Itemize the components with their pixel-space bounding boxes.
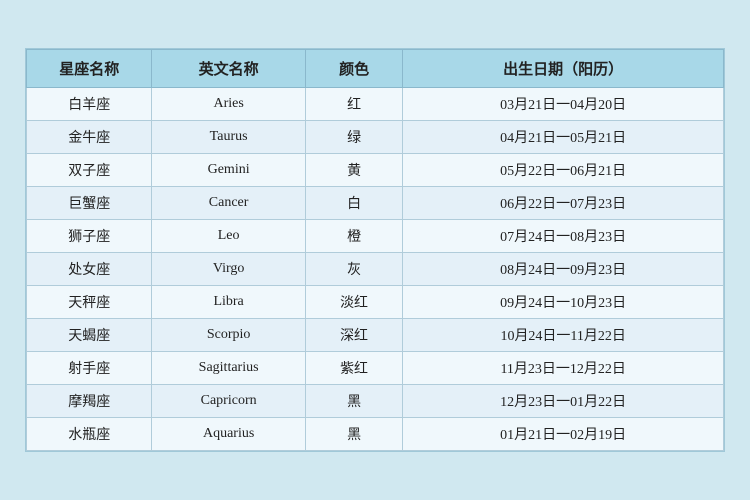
cell-english: Gemini	[152, 154, 305, 187]
cell-chinese: 狮子座	[27, 220, 152, 253]
table-row: 处女座Virgo灰08月24日一09月23日	[27, 253, 724, 286]
cell-chinese: 白羊座	[27, 88, 152, 121]
table-row: 水瓶座Aquarius黑01月21日一02月19日	[27, 418, 724, 451]
cell-date: 01月21日一02月19日	[403, 418, 724, 451]
table-body: 白羊座Aries红03月21日一04月20日金牛座Taurus绿04月21日一0…	[27, 88, 724, 451]
cell-date: 09月24日一10月23日	[403, 286, 724, 319]
table-header-row: 星座名称 英文名称 颜色 出生日期（阳历）	[27, 50, 724, 88]
cell-color: 红	[305, 88, 403, 121]
cell-date: 12月23日一01月22日	[403, 385, 724, 418]
cell-chinese: 天蝎座	[27, 319, 152, 352]
cell-color: 黑	[305, 385, 403, 418]
cell-date: 04月21日一05月21日	[403, 121, 724, 154]
table-row: 狮子座Leo橙07月24日一08月23日	[27, 220, 724, 253]
cell-color: 深红	[305, 319, 403, 352]
cell-color: 黄	[305, 154, 403, 187]
cell-color: 淡红	[305, 286, 403, 319]
zodiac-table: 星座名称 英文名称 颜色 出生日期（阳历） 白羊座Aries红03月21日一04…	[26, 49, 724, 451]
table-row: 射手座Sagittarius紫红11月23日一12月22日	[27, 352, 724, 385]
cell-english: Aquarius	[152, 418, 305, 451]
cell-chinese: 处女座	[27, 253, 152, 286]
cell-chinese: 水瓶座	[27, 418, 152, 451]
table-row: 白羊座Aries红03月21日一04月20日	[27, 88, 724, 121]
cell-date: 06月22日一07月23日	[403, 187, 724, 220]
cell-english: Leo	[152, 220, 305, 253]
cell-date: 11月23日一12月22日	[403, 352, 724, 385]
cell-color: 紫红	[305, 352, 403, 385]
header-chinese: 星座名称	[27, 50, 152, 88]
cell-chinese: 巨蟹座	[27, 187, 152, 220]
cell-chinese: 射手座	[27, 352, 152, 385]
cell-date: 03月21日一04月20日	[403, 88, 724, 121]
table-row: 摩羯座Capricorn黑12月23日一01月22日	[27, 385, 724, 418]
cell-english: Scorpio	[152, 319, 305, 352]
cell-color: 黑	[305, 418, 403, 451]
cell-color: 橙	[305, 220, 403, 253]
table-row: 双子座Gemini黄05月22日一06月21日	[27, 154, 724, 187]
header-english: 英文名称	[152, 50, 305, 88]
cell-date: 10月24日一11月22日	[403, 319, 724, 352]
cell-english: Aries	[152, 88, 305, 121]
cell-chinese: 天秤座	[27, 286, 152, 319]
cell-color: 灰	[305, 253, 403, 286]
zodiac-table-container: 星座名称 英文名称 颜色 出生日期（阳历） 白羊座Aries红03月21日一04…	[25, 48, 725, 452]
table-row: 天蝎座Scorpio深红10月24日一11月22日	[27, 319, 724, 352]
cell-english: Cancer	[152, 187, 305, 220]
cell-date: 08月24日一09月23日	[403, 253, 724, 286]
table-row: 天秤座Libra淡红09月24日一10月23日	[27, 286, 724, 319]
cell-chinese: 金牛座	[27, 121, 152, 154]
cell-chinese: 摩羯座	[27, 385, 152, 418]
cell-english: Sagittarius	[152, 352, 305, 385]
cell-english: Virgo	[152, 253, 305, 286]
cell-english: Capricorn	[152, 385, 305, 418]
cell-date: 05月22日一06月21日	[403, 154, 724, 187]
table-row: 巨蟹座Cancer白06月22日一07月23日	[27, 187, 724, 220]
cell-color: 白	[305, 187, 403, 220]
cell-color: 绿	[305, 121, 403, 154]
header-color: 颜色	[305, 50, 403, 88]
table-row: 金牛座Taurus绿04月21日一05月21日	[27, 121, 724, 154]
cell-chinese: 双子座	[27, 154, 152, 187]
cell-english: Libra	[152, 286, 305, 319]
cell-date: 07月24日一08月23日	[403, 220, 724, 253]
cell-english: Taurus	[152, 121, 305, 154]
header-date: 出生日期（阳历）	[403, 50, 724, 88]
